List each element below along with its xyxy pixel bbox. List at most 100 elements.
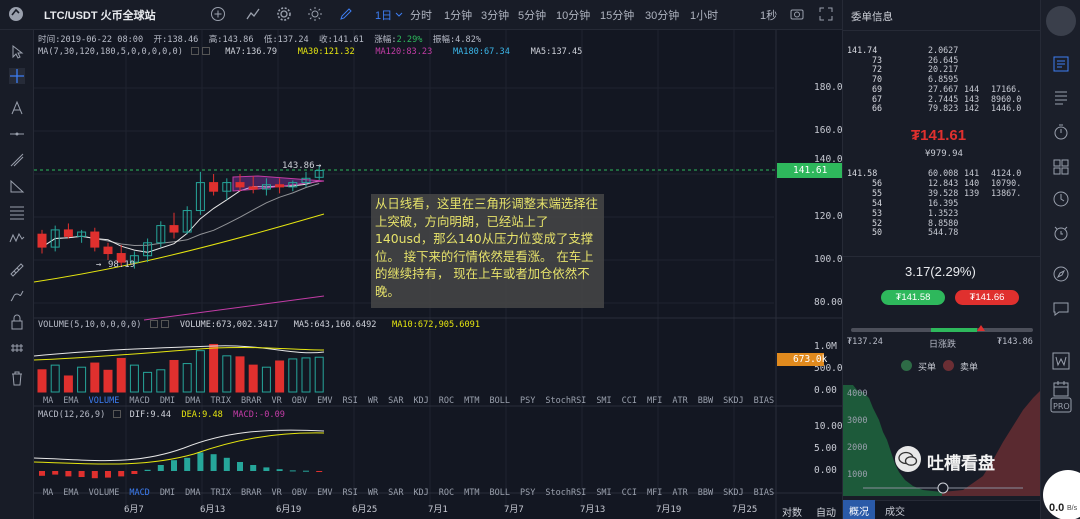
interval-tab-3m[interactable]: 3分钟 <box>481 7 509 23</box>
pro-icon[interactable]: PRO <box>1050 396 1072 414</box>
indicator-tab-sar[interactable]: SAR <box>388 396 403 406</box>
settings-gear-icon[interactable] <box>276 6 292 22</box>
chart-area[interactable]: 143.86 → → 98.19 时间:2019-06-22 08:00 开:1… <box>34 30 848 519</box>
interval-tab-5m[interactable]: 5分钟 <box>518 7 546 23</box>
indicator-tab-vr[interactable]: VR <box>272 396 282 406</box>
indicator-tab-atr[interactable]: ATR <box>672 396 687 406</box>
indicator-tab-stochrsi[interactable]: StochRSI <box>545 396 586 406</box>
order-book-row[interactable]: 53 1.3523 <box>843 208 1041 218</box>
crosshair-icon[interactable] <box>9 68 25 84</box>
interval-active[interactable]: 1日 <box>375 7 392 23</box>
camera-icon[interactable] <box>789 6 805 22</box>
indicator-tab-dmi[interactable]: DMI <box>160 488 175 498</box>
network-speed-widget[interactable]: 0.0 B/s <box>1043 470 1080 519</box>
indicator-tab-stochrsi[interactable]: StochRSI <box>545 488 586 498</box>
avatar[interactable] <box>1046 6 1076 36</box>
indicator-tab-mtm[interactable]: MTM <box>464 396 479 406</box>
ma-settings[interactable]: MA(7,30,120,180,5,0,0,0,0,0) <box>38 47 183 57</box>
indicator-tab-volume[interactable]: VOLUME <box>89 396 120 406</box>
indicator-tab-trix[interactable]: TRIX <box>211 396 231 406</box>
draw-pencil-icon[interactable] <box>338 6 354 22</box>
indicator-tab-mfi[interactable]: MFI <box>647 396 662 406</box>
indicator-tab-psy[interactable]: PSY <box>520 488 535 498</box>
indicator-tab-rsi[interactable]: RSI <box>342 488 357 498</box>
volume-visibility-icon[interactable] <box>149 320 158 328</box>
indicator-tab-bias[interactable]: BIAS <box>754 396 774 406</box>
volume-settings[interactable]: VOLUME(5,10,0,0,0,0) <box>38 320 141 330</box>
fibonacci-icon[interactable] <box>9 204 25 220</box>
indicator-tab-obv[interactable]: OBV <box>292 396 307 406</box>
brush-icon[interactable] <box>9 288 25 304</box>
indicator-tab-psy[interactable]: PSY <box>520 396 535 406</box>
trend-line-icon[interactable] <box>9 152 25 168</box>
indicator-tab-macd[interactable]: MACD <box>129 396 149 406</box>
order-book-row[interactable]: 50 544.78 <box>843 227 1041 237</box>
indicator-tab-skdj[interactable]: SKDJ <box>723 396 743 406</box>
indicator-tab-smi[interactable]: SMI <box>596 396 611 406</box>
indicator-tab-skdj[interactable]: SKDJ <box>723 488 743 498</box>
indicator-tab-mfi[interactable]: MFI <box>647 488 662 498</box>
order-book-row[interactable]: 73 26.645 <box>843 55 1041 65</box>
sell-price-button[interactable]: ₮141.66 <box>955 290 1019 305</box>
interval-tab-1h[interactable]: 1小时 <box>690 7 718 23</box>
buy-price-button[interactable]: ₮141.58 <box>881 290 945 305</box>
indicator-tab-mtm[interactable]: MTM <box>464 488 479 498</box>
fullscreen-icon[interactable] <box>818 6 834 22</box>
indicator-tab-bias[interactable]: BIAS <box>754 488 774 498</box>
indicator-tab-ema[interactable]: EMA <box>63 488 78 498</box>
indicator-tab-sar[interactable]: SAR <box>388 488 403 498</box>
indicator-tab-kdj[interactable]: KDJ <box>413 488 428 498</box>
indicator-tab-cci[interactable]: CCI <box>622 396 637 406</box>
tab-trades[interactable]: 成交 <box>885 503 905 518</box>
tab-overview[interactable]: 概况 <box>843 500 875 519</box>
indicator-tab-roc[interactable]: ROC <box>439 488 454 498</box>
macd-close-icon[interactable] <box>113 410 122 418</box>
order-book-row[interactable]: 141.58 60.008 141 4124.0 <box>843 168 1041 178</box>
magnet-icon[interactable] <box>9 340 25 356</box>
add-symbol-icon[interactable] <box>210 6 226 22</box>
indicator-tab-brar[interactable]: BRAR <box>241 396 261 406</box>
indicator-tab-kdj[interactable]: KDJ <box>413 396 428 406</box>
volume-close-icon[interactable] <box>160 320 169 328</box>
order-book-icon[interactable] <box>1052 55 1070 73</box>
clock-icon[interactable] <box>1052 190 1070 208</box>
indicator-tab-ma[interactable]: MA <box>43 396 53 406</box>
lock-icon[interactable] <box>9 314 25 330</box>
order-book-row[interactable]: 69 27.667 144 17166. <box>843 84 1041 94</box>
indicator-tab-boll[interactable]: BOLL <box>490 488 510 498</box>
order-book-row[interactable]: 70 6.8595 <box>843 74 1041 84</box>
order-book-row[interactable]: 52 8.8580 <box>843 218 1041 228</box>
indicator-tab-roc[interactable]: ROC <box>439 396 454 406</box>
depth-slider-handle[interactable] <box>937 482 949 494</box>
order-book-row[interactable]: 56 12.843 140 10790. <box>843 178 1041 188</box>
trash-icon[interactable] <box>9 370 25 386</box>
indicator-tab-vr[interactable]: VR <box>272 488 282 498</box>
interval-tab-30m[interactable]: 30分钟 <box>645 7 679 23</box>
ma-visibility-icon[interactable] <box>191 47 200 55</box>
indicator-tab-volume[interactable]: VOLUME <box>89 488 120 498</box>
ruler-icon[interactable] <box>9 262 25 278</box>
order-book-row[interactable]: 72 20.217 <box>843 64 1041 74</box>
indicator-tab-bbw[interactable]: BBW <box>698 488 713 498</box>
order-book-row[interactable]: 66 79.823 142 1446.0 <box>843 103 1041 113</box>
indicator-tab-obv[interactable]: OBV <box>292 488 307 498</box>
indicator-tab-bbw[interactable]: BBW <box>698 396 713 406</box>
order-book-row[interactable]: 141.74 2.0627 <box>843 45 1041 55</box>
chevron-down-icon[interactable] <box>395 11 403 21</box>
symbol-title[interactable]: LTC/USDT 火币全球站 <box>44 7 156 23</box>
indicator-tab-smi[interactable]: SMI <box>596 488 611 498</box>
wave-pattern-icon[interactable] <box>9 230 25 246</box>
indicator-tab-rsi[interactable]: RSI <box>342 396 357 406</box>
triangle-tool-icon[interactable] <box>9 178 25 194</box>
indicator-tab-emv[interactable]: EMV <box>317 396 332 406</box>
indicator-tab-trix[interactable]: TRIX <box>211 488 231 498</box>
order-book-row[interactable]: 55 39.528 139 13867. <box>843 188 1041 198</box>
indicator-tab-brar[interactable]: BRAR <box>241 488 261 498</box>
order-book-row[interactable]: 67 2.7445 143 8960.0 <box>843 94 1041 104</box>
horizontal-line-icon[interactable] <box>9 126 25 142</box>
text-tool-icon[interactable] <box>9 100 25 116</box>
indicator-tab-emv[interactable]: EMV <box>317 488 332 498</box>
auto-scale-button[interactable]: 自动 <box>816 504 836 519</box>
realtime-toggle[interactable]: 1秒 <box>760 7 777 23</box>
indicator-tab-macd[interactable]: MACD <box>129 488 149 498</box>
